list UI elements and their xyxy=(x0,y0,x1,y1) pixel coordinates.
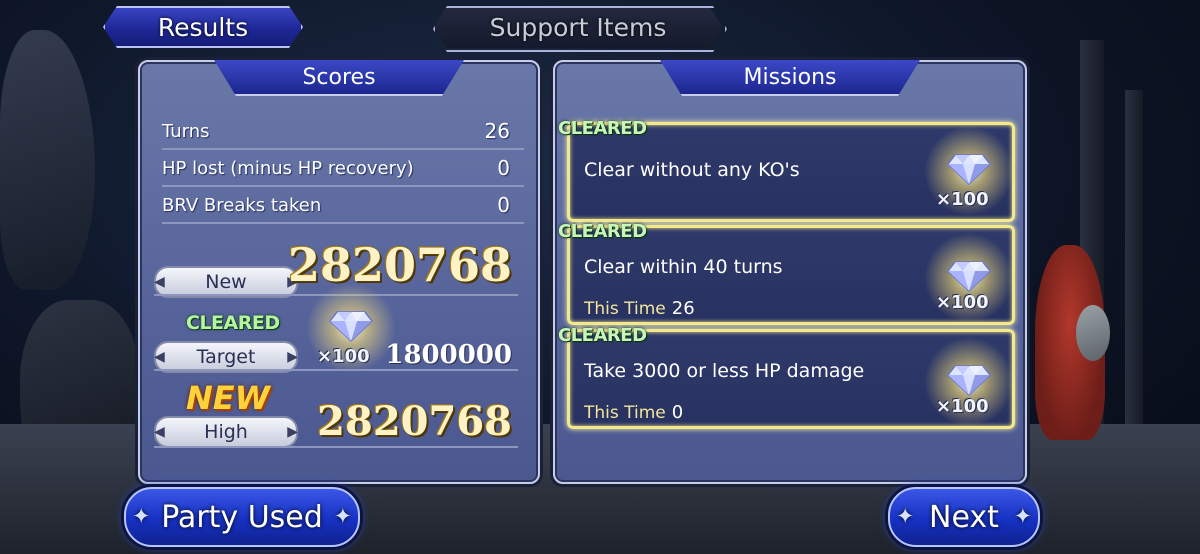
mission-progress-label: This Time xyxy=(584,403,666,423)
ornament-icon: ✦ xyxy=(333,504,352,530)
next-button[interactable]: ✦ Next ✦ xyxy=(888,487,1040,547)
scores-panel: Scores Turns 26 HP lost (minus HP recove… xyxy=(138,60,540,484)
divider xyxy=(154,369,518,371)
gem-icon xyxy=(947,364,991,396)
arrow-right-icon: ▶ xyxy=(287,424,298,440)
ornament-icon: ✦ xyxy=(132,504,151,530)
score-row-label: Turns xyxy=(162,120,210,142)
gem-icon xyxy=(947,153,991,185)
arrow-left-icon: ◀ xyxy=(154,424,165,440)
score-row-hp-lost: HP lost (minus HP recovery) 0 xyxy=(162,151,524,187)
mission-cleared-badge: CLEARED xyxy=(558,221,647,242)
score-row-turns: Turns 26 xyxy=(162,114,524,150)
mission-reward-multiplier: ×100 xyxy=(936,189,989,210)
arrow-left-icon: ◀ xyxy=(154,349,165,365)
next-label: Next xyxy=(929,499,999,535)
party-used-label: Party Used xyxy=(161,499,323,535)
target-reward-multiplier: ×100 xyxy=(317,346,370,367)
mission-progress: This Time 26 xyxy=(584,298,695,319)
mission-progress-value: 0 xyxy=(671,402,684,423)
mission-cleared-badge: CLEARED xyxy=(558,118,647,139)
ornament-icon: ✦ xyxy=(1013,504,1032,530)
high-score-label: ◀ High ▶ xyxy=(154,416,298,448)
background-character-hand xyxy=(1076,305,1110,361)
score-row-label: HP lost (minus HP recovery) xyxy=(162,157,414,179)
ornament-icon: ✦ xyxy=(896,504,915,530)
target-cleared-badge: CLEARED xyxy=(186,312,280,334)
scores-header: Scores xyxy=(214,60,464,96)
mission-cleared-badge: CLEARED xyxy=(558,325,647,346)
new-score-value: 2820768 xyxy=(287,238,512,292)
mission-progress: This Time 0 xyxy=(584,402,683,423)
missions-header: Missions xyxy=(660,60,920,96)
high-label-text: High xyxy=(204,421,248,443)
mission-title: Clear without any KO's xyxy=(584,159,800,181)
score-row-value: 26 xyxy=(484,119,510,143)
mission-title: Clear within 40 turns xyxy=(584,256,783,278)
new-label-text: New xyxy=(205,271,247,293)
score-row-value: 0 xyxy=(497,156,510,180)
target-label-text: Target xyxy=(196,346,256,368)
gem-icon xyxy=(329,310,373,342)
score-row-value: 0 xyxy=(497,193,510,217)
arrow-right-icon: ▶ xyxy=(287,349,298,365)
new-high-badge: NEW xyxy=(186,379,270,417)
tab-support-items-frame xyxy=(433,6,727,52)
background-rock xyxy=(0,30,95,290)
arrow-left-icon: ◀ xyxy=(154,274,165,290)
missions-panel: Missions Clear without any KO's ×100 CLE… xyxy=(553,60,1027,484)
background-pillar xyxy=(1125,90,1143,450)
divider xyxy=(154,446,518,448)
score-row-brv-breaks: BRV Breaks taken 0 xyxy=(162,188,524,224)
target-score-value: 1800000 xyxy=(385,340,512,370)
mission-progress-label: This Time xyxy=(584,299,666,319)
high-score-value: 2820768 xyxy=(317,398,512,445)
gem-icon xyxy=(947,260,991,292)
party-used-button[interactable]: ✦ Party Used ✦ xyxy=(124,487,360,547)
tab-results[interactable]: Results xyxy=(103,6,303,48)
mission-reward-multiplier: ×100 xyxy=(936,396,989,417)
mission-title: Take 3000 or less HP damage xyxy=(584,360,865,382)
mission-reward-multiplier: ×100 xyxy=(936,292,989,313)
score-row-label: BRV Breaks taken xyxy=(162,194,322,216)
mission-progress-value: 26 xyxy=(671,298,695,319)
